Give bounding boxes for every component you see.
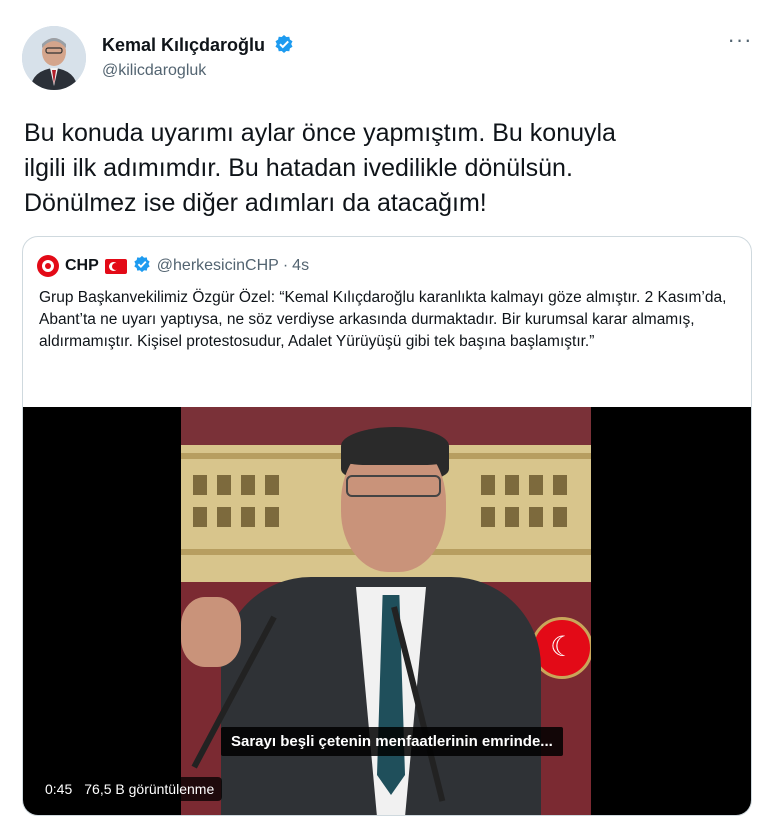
video-duration: 0:45	[45, 781, 73, 797]
video-meta-badge: 0:45 76,5 B görüntülenme	[37, 777, 223, 801]
chp-avatar[interactable]	[37, 255, 59, 277]
video-subtitle: Sarayı beşli çetenin menfaatlerinin emri…	[221, 727, 563, 756]
verified-badge-icon	[274, 34, 294, 59]
quoted-author-name[interactable]: CHP	[65, 257, 99, 275]
quoted-timestamp[interactable]: 4s	[292, 257, 309, 275]
separator-dot: ·	[282, 257, 289, 274]
more-options-button[interactable]: ···	[726, 29, 754, 54]
quoted-tweet[interactable]: CHP @herkesicinCHP · 4s Grup Başkanvekil…	[22, 236, 752, 816]
quoted-author-handle[interactable]: @herkesicinCHP	[157, 257, 279, 275]
video-player[interactable]: Sarayı beşli çetenin menfaatlerinin emri…	[23, 407, 751, 815]
tweet-card: Kemal Kılıçdaroğlu @kilicdarogluk ··· Bu…	[0, 0, 771, 837]
quoted-tweet-header: CHP @herkesicinCHP · 4s	[37, 255, 309, 277]
glasses-icon	[346, 475, 441, 497]
turkey-flag-icon	[104, 258, 127, 274]
author-handle[interactable]: @kilicdarogluk	[102, 62, 206, 80]
verified-badge-icon	[133, 255, 151, 278]
author-avatar[interactable]	[22, 26, 86, 90]
tweet-text: Bu konuda uyarımı aylar önce yapmıştım. …	[24, 119, 616, 217]
video-view-count: 76,5 B görüntülenme	[84, 781, 215, 797]
author-name[interactable]: Kemal Kılıçdaroğlu	[102, 34, 294, 59]
author-name-text[interactable]: Kemal Kılıçdaroğlu	[102, 35, 265, 55]
quoted-tweet-text: Grup Başkanvekilimiz Özgür Özel: “Kemal …	[39, 289, 727, 350]
